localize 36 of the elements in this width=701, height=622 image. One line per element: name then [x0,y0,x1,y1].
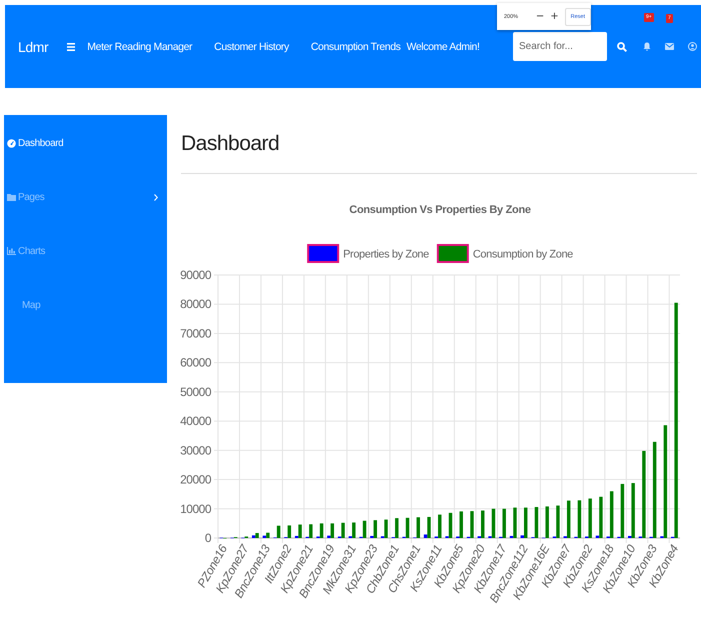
nav-link[interactable]: Meter Reading Manager [87,40,192,52]
sidebar-item[interactable]: Dashboard [7,136,158,150]
legend-label[interactable]: Properties by Zone [343,248,429,260]
y-axis-label: 30000 [180,443,211,458]
bell-icon[interactable] [643,42,651,51]
user-icon[interactable] [688,42,697,51]
envelope-icon[interactable] [665,43,674,50]
brand-link[interactable]: Ldmr [18,38,48,54]
search-icon[interactable] [617,42,627,52]
y-axis-label: 90000 [180,268,211,282]
legend-swatch[interactable] [436,244,469,263]
chart-title: Consumption Vs Properties By Zone [349,204,531,216]
zoom-out-button[interactable]: − [532,12,548,22]
page-title: Dashboard [181,131,280,157]
menu-icon[interactable] [67,42,76,50]
nav-link[interactable]: Customer History [214,40,289,52]
y-axis-label: 20000 [180,472,211,487]
bar-chart-icon [7,247,16,255]
y-axis-label: 50000 [180,384,211,399]
sidebar-item[interactable]: Charts [7,244,158,258]
y-axis-label: 40000 [180,414,211,428]
y-axis-label: 10000 [180,502,211,516]
y-axis-label: 0 [204,531,211,545]
sidebar-item[interactable]: Map [7,298,158,312]
sidebar-item[interactable]: Pages [7,190,158,204]
zoom-in-button[interactable]: + [547,12,562,22]
gauge-icon [7,138,16,148]
folder-icon [7,193,16,201]
y-axis-label: 70000 [180,326,211,340]
search-field[interactable]: Search for... [513,32,607,61]
legend-swatch[interactable] [307,244,340,263]
y-axis-label: 80000 [180,297,211,312]
nav-link[interactable]: Consumption Trends [310,40,401,52]
y-axis-label: 60000 [180,356,211,370]
nav-link[interactable]: Welcome Admin! [406,40,480,52]
legend-label[interactable]: Consumption by Zone [472,248,573,260]
